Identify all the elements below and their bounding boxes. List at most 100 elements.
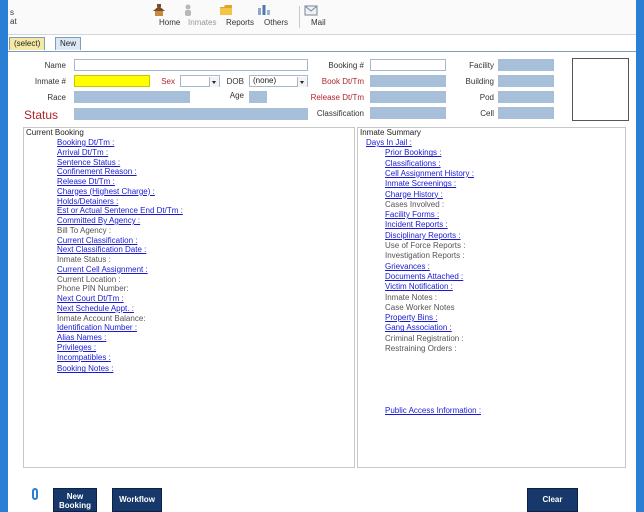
release-datetime-field: [370, 91, 446, 103]
book-datetime-field: [370, 75, 446, 87]
others-icon: [258, 5, 270, 15]
summary-link[interactable]: Next Classification Date :: [57, 245, 146, 254]
summary-link[interactable]: Charges (Highest Charge) :: [57, 187, 155, 196]
classification-label: Classification: [316, 109, 364, 118]
tab-select[interactable]: (select): [9, 37, 46, 50]
mail-label: Mail: [311, 18, 326, 27]
book-datetime-label: Book Dt/Tm: [321, 77, 364, 86]
sex-select[interactable]: [180, 75, 220, 87]
summary-link[interactable]: Facility Forms :: [385, 210, 439, 219]
name-label: Name: [44, 61, 66, 70]
summary-link[interactable]: Holds/Detainers :: [57, 197, 118, 206]
name-field[interactable]: [74, 59, 308, 71]
booking-number-field[interactable]: [370, 59, 446, 71]
summary-link[interactable]: Current Classification :: [57, 236, 137, 245]
paperclip-icon[interactable]: [32, 488, 38, 500]
inmate-summary-title: Inmate Summary: [360, 128, 421, 137]
facility-field: [498, 59, 554, 71]
summary-link[interactable]: Next Court Dt/Tm :: [57, 294, 124, 303]
booking-number-label: Booking #: [328, 61, 364, 70]
summary-link[interactable]: Incident Reports :: [385, 220, 448, 229]
inmates-icon: [185, 4, 191, 16]
toolbar: s at Home Inmates Reports Others Mail: [8, 0, 636, 35]
new-booking-label-2: Booking: [59, 501, 91, 510]
summary-link[interactable]: Current Cell Assignment :: [57, 265, 148, 274]
summary-link[interactable]: Confinement Reason :: [57, 167, 137, 176]
summary-link[interactable]: Release Dt/Tm :: [57, 177, 115, 186]
summary-link[interactable]: Est or Actual Sentence End Dt/Tm :: [57, 206, 183, 215]
toolbar-left-glyphs: s at: [10, 8, 17, 26]
pod-label: Pod: [479, 93, 494, 102]
release-datetime-label: Release Dt/Tm: [310, 93, 364, 102]
summary-text: Bill To Agency :: [57, 225, 112, 235]
summary-link[interactable]: Arrival Dt/Tm :: [57, 148, 108, 157]
summary-text: Inmate Notes :: [385, 292, 438, 302]
summary-link[interactable]: Victim Notification :: [385, 282, 453, 291]
pod-field: [498, 91, 554, 103]
summary-link[interactable]: Public Access Information :: [385, 406, 481, 415]
summary-link[interactable]: Committed By Agency :: [57, 216, 140, 225]
summary-link[interactable]: Next Schedule Appt. :: [57, 304, 134, 313]
summary-text: Use of Force Reports :: [385, 241, 466, 250]
race-label: Race: [47, 93, 66, 102]
facility-label: Facility: [469, 61, 494, 70]
summary-link[interactable]: Inmate Screenings :: [385, 179, 456, 188]
new-booking-button[interactable]: New Booking: [53, 488, 97, 512]
current-booking-title: Current Booking: [26, 128, 84, 137]
summary-text: Investigation Reports :: [385, 251, 465, 261]
inmate-number-label: Inmate #: [34, 77, 66, 86]
sex-label: Sex: [161, 77, 175, 86]
inmate-summary-panel: Inmate Summary Days In Jail : Prior Booki…: [357, 127, 626, 468]
status-field: [74, 108, 308, 120]
summary-link[interactable]: Booking Dt/Tm :: [57, 138, 114, 147]
tab-new[interactable]: New: [55, 37, 82, 50]
dob-value: (none): [253, 76, 277, 85]
tab-strip: (select) New: [8, 37, 636, 52]
home-button[interactable]: Home: [152, 4, 180, 27]
summary-text: Restraining Orders :: [385, 344, 457, 353]
building-field: [498, 75, 554, 87]
workflow-button[interactable]: Workflow: [112, 488, 162, 512]
summary-link[interactable]: Grievances :: [385, 262, 430, 271]
summary-link[interactable]: Days In Jail :: [366, 138, 412, 147]
summary-link[interactable]: Incompatibles :: [57, 353, 111, 362]
mail-button[interactable]: Mail: [304, 4, 326, 27]
summary-link[interactable]: Documents Attached :: [385, 272, 463, 281]
inmate-photo[interactable]: [572, 58, 629, 121]
summary-link[interactable]: Cell Assignment History :: [385, 169, 474, 178]
reports-button[interactable]: Reports: [219, 4, 254, 27]
cell-field: [498, 107, 554, 119]
toolbar-separator: [299, 6, 300, 28]
inmates-label: Inmates: [188, 18, 217, 27]
reports-label: Reports: [226, 18, 255, 27]
summary-text: Inmate Status :: [57, 255, 111, 264]
summary-link[interactable]: Classifications :: [385, 159, 441, 168]
current-booking-panel: Current Booking Booking Dt/Tm : Arrival D…: [23, 127, 355, 468]
chevron-down-icon[interactable]: [209, 77, 219, 87]
home-label: Home: [159, 18, 181, 27]
summary-link[interactable]: Prior Bookings :: [385, 148, 441, 157]
summary-link[interactable]: Charge History :: [385, 190, 443, 199]
summary-link[interactable]: Sentence Status :: [57, 158, 120, 167]
status-label: Status: [24, 108, 59, 122]
age-field: [249, 91, 267, 103]
cell-label: Cell: [480, 109, 494, 118]
dob-label: DOB: [226, 77, 244, 86]
inmate-number-field[interactable]: [74, 75, 150, 87]
others-label: Others: [264, 18, 289, 27]
inmates-button[interactable]: Inmates: [181, 4, 216, 27]
folder-icon: [220, 5, 232, 15]
summary-link[interactable]: Booking Notes :: [57, 364, 113, 373]
summary-link[interactable]: Privileges :: [57, 343, 96, 352]
summary-link[interactable]: Identification Number :: [57, 323, 137, 332]
new-booking-label-1: New: [66, 492, 84, 501]
summary-text: Phone PIN Number:: [57, 284, 129, 294]
summary-link[interactable]: Disciplinary Reports :: [385, 231, 461, 240]
summary-text: Criminal Registration :: [385, 333, 464, 343]
summary-link[interactable]: Gang Association :: [385, 323, 452, 332]
age-label: Age: [229, 91, 244, 100]
summary-link[interactable]: Property Bins :: [385, 313, 437, 322]
clear-button[interactable]: Clear: [527, 488, 578, 512]
summary-link[interactable]: Alias Names :: [57, 333, 106, 342]
others-button[interactable]: Others: [257, 4, 288, 27]
